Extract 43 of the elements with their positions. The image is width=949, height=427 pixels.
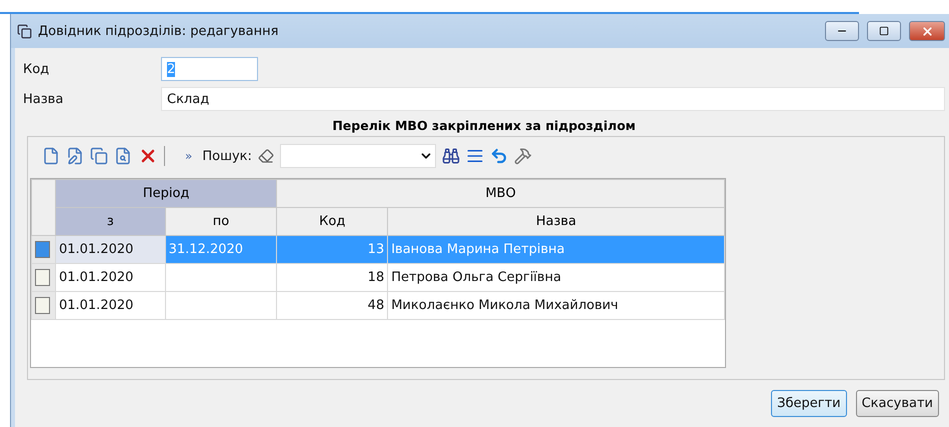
table-cell: 18 [276, 264, 388, 292]
close-button[interactable] [909, 21, 945, 41]
close-icon [920, 24, 934, 38]
field-label: Назва [23, 92, 64, 106]
table-cell: 31.12.2020 [165, 236, 277, 264]
table-cell: 01.01.2020 [55, 236, 166, 264]
list-title: Перелік МВО закріплених за підрозділом [331, 118, 637, 133]
dialog-button[interactable]: Скасувати [856, 390, 939, 417]
undo-icon[interactable] [490, 147, 508, 165]
search-label: Пошук: [202, 148, 252, 164]
window-icon [17, 24, 32, 38]
row-selector[interactable] [35, 269, 50, 286]
table-cell: Миколаєнко Микола Михайлович [388, 292, 724, 320]
column-header[interactable]: по [165, 208, 277, 236]
window-title: Довідник підрозділів: редагування [38, 24, 280, 38]
table-cell: 13 [276, 236, 388, 264]
more-button[interactable]: » [185, 149, 192, 163]
column-header[interactable]: Код [276, 208, 388, 236]
column-header[interactable]: Назва [388, 208, 724, 236]
input-field[interactable]: Склад [161, 87, 945, 111]
copy-icon[interactable] [90, 147, 108, 165]
field-label: Код [23, 62, 50, 76]
column-header[interactable]: Період [55, 180, 277, 208]
new-document-icon[interactable] [42, 147, 60, 165]
table-cell: 01.01.2020 [55, 264, 166, 292]
table-cell: 01.01.2020 [55, 292, 166, 320]
binoculars-icon[interactable] [442, 147, 460, 165]
table-cell: 48 [276, 292, 388, 320]
maximize-icon [879, 26, 889, 36]
column-header[interactable]: з [55, 208, 166, 236]
column-header[interactable]: МВО [276, 180, 724, 208]
row-selector[interactable] [35, 297, 50, 314]
list-icon[interactable] [466, 147, 484, 165]
hammer-icon[interactable] [514, 147, 532, 165]
minimize-button[interactable] [825, 21, 859, 41]
table-cell: Петрова Ольга Сергіївна [388, 264, 724, 292]
preview-icon[interactable] [114, 147, 132, 165]
dialog-button[interactable]: Зберегти [771, 390, 847, 417]
edit-icon[interactable] [66, 147, 84, 165]
table-cell: Іванова Марина Петрівна [388, 236, 724, 264]
search-field[interactable] [280, 144, 436, 168]
eraser-icon[interactable] [258, 148, 274, 164]
maximize-button[interactable] [867, 21, 901, 41]
